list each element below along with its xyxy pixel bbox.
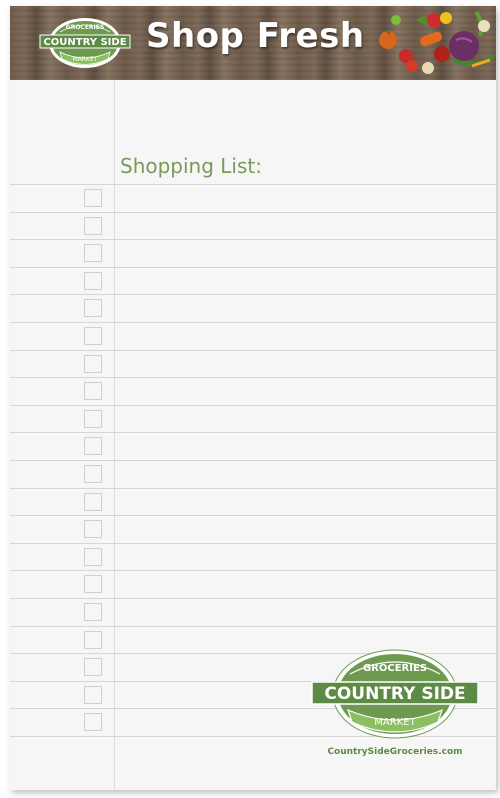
checkbox[interactable] [84,658,102,676]
list-line [10,598,496,599]
svg-text:GROCERIES: GROCERIES [363,663,427,674]
country-side-market-logo: GROCERIES COUNTRY SIDE MARKET [39,18,131,68]
svg-text:GROCERIES: GROCERIES [66,24,104,31]
checkbox[interactable] [84,217,102,235]
list-line [10,184,496,185]
checkbox[interactable] [84,603,102,621]
banner-title: Shop Fresh [146,16,365,56]
checkbox[interactable] [84,272,102,290]
list-line [10,488,496,489]
checkbox[interactable] [84,631,102,649]
svg-text:MARKET: MARKET [73,56,98,63]
checkbox[interactable] [84,520,102,538]
checkbox[interactable] [84,299,102,317]
checkbox[interactable] [84,465,102,483]
checkbox[interactable] [84,355,102,373]
margin-line [114,80,115,790]
checkbox[interactable] [84,686,102,704]
list-line [10,460,496,461]
list-line [10,543,496,544]
list-line [10,322,496,323]
header-banner: GROCERIES COUNTRY SIDE MARKET Shop Fresh [10,6,496,80]
checkbox[interactable] [84,189,102,207]
list-line [10,570,496,571]
svg-text:MARKET: MARKET [374,717,416,728]
notepad: GROCERIES COUNTRY SIDE MARKET Shop Fresh [10,6,496,790]
list-line [10,294,496,295]
checkbox[interactable] [84,713,102,731]
checkbox[interactable] [84,327,102,345]
svg-text:COUNTRY SIDE: COUNTRY SIDE [43,37,126,48]
svg-text:COUNTRY SIDE: COUNTRY SIDE [324,684,465,704]
checkbox[interactable] [84,437,102,455]
checkbox[interactable] [84,575,102,593]
vegetables-illustration [379,10,496,74]
checkbox[interactable] [84,548,102,566]
list-line [10,267,496,268]
country-side-market-footer-logo: GROCERIES COUNTRY SIDE MARKET [311,649,479,739]
list-line [10,515,496,516]
list-line [10,432,496,433]
checkbox[interactable] [84,382,102,400]
list-line [10,212,496,213]
list-line [10,405,496,406]
list-line [10,239,496,240]
list-line [10,350,496,351]
list-line [10,626,496,627]
checkbox[interactable] [84,493,102,511]
website-url: CountrySideGroceries.com [327,747,463,757]
list-line [10,377,496,378]
checkbox[interactable] [84,244,102,262]
list-heading: Shopping List: [120,154,262,178]
checkbox[interactable] [84,410,102,428]
